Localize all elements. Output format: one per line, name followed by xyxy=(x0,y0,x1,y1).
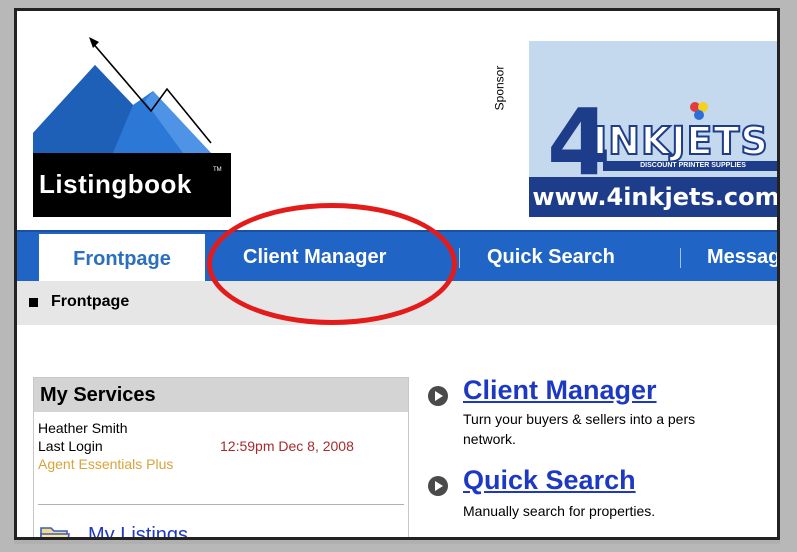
quick-search-link[interactable]: Quick Search xyxy=(463,465,636,496)
play-circle-icon xyxy=(428,476,448,496)
breadcrumb-current[interactable]: Frontpage xyxy=(51,293,129,311)
plan-name: Agent Essentials Plus xyxy=(38,456,174,472)
folder-icon xyxy=(40,527,70,537)
sponsor-ad-banner[interactable]: 4 INKJETS DISCOUNT PRINTER SUPPLIES www.… xyxy=(529,41,777,217)
listingbook-logo[interactable]: Listingbook TM xyxy=(33,35,231,217)
my-services-panel: My Services Heather Smith Last Login 12:… xyxy=(33,377,409,537)
services-header: My Services xyxy=(34,378,408,412)
tab-frontpage[interactable]: Frontpage xyxy=(39,232,205,283)
quick-search-desc: Manually search for properties. xyxy=(463,503,656,519)
logo-trademark: TM xyxy=(213,167,222,173)
client-manager-link[interactable]: Client Manager xyxy=(463,375,657,406)
last-login-value: 12:59pm Dec 8, 2008 xyxy=(220,438,354,454)
highlight-ellipse xyxy=(207,203,457,325)
divider xyxy=(38,504,404,505)
bullet-icon xyxy=(29,298,38,307)
play-circle-icon xyxy=(428,386,448,406)
user-name: Heather Smith xyxy=(38,420,128,436)
tab-messages[interactable]: Messag xyxy=(707,232,777,283)
page-frame: Listingbook TM Sponsor 4 INKJETS DISCOUN… xyxy=(14,8,780,540)
ad-brand: INKJETS xyxy=(592,118,769,164)
sponsor-label: Sponsor xyxy=(492,51,519,131)
ad-tagline: DISCOUNT PRINTER SUPPLIES xyxy=(603,161,777,171)
client-manager-desc-2: network. xyxy=(463,431,516,447)
logo-wordmark: Listingbook xyxy=(39,169,192,199)
sponsor-label-text: Sponsor xyxy=(492,65,507,111)
tab-quick-search[interactable]: Quick Search xyxy=(487,232,615,283)
services-title: My Services xyxy=(40,384,156,406)
tab-separator xyxy=(680,248,681,268)
last-login-label: Last Login xyxy=(38,438,103,454)
my-listings-link[interactable]: My Listings xyxy=(88,524,188,537)
tab-separator xyxy=(459,248,460,268)
ink-drops-icon xyxy=(690,102,708,120)
client-manager-desc-1: Turn your buyers & sellers into a pers xyxy=(463,411,696,427)
ad-url: www.4inkjets.com xyxy=(529,177,777,217)
